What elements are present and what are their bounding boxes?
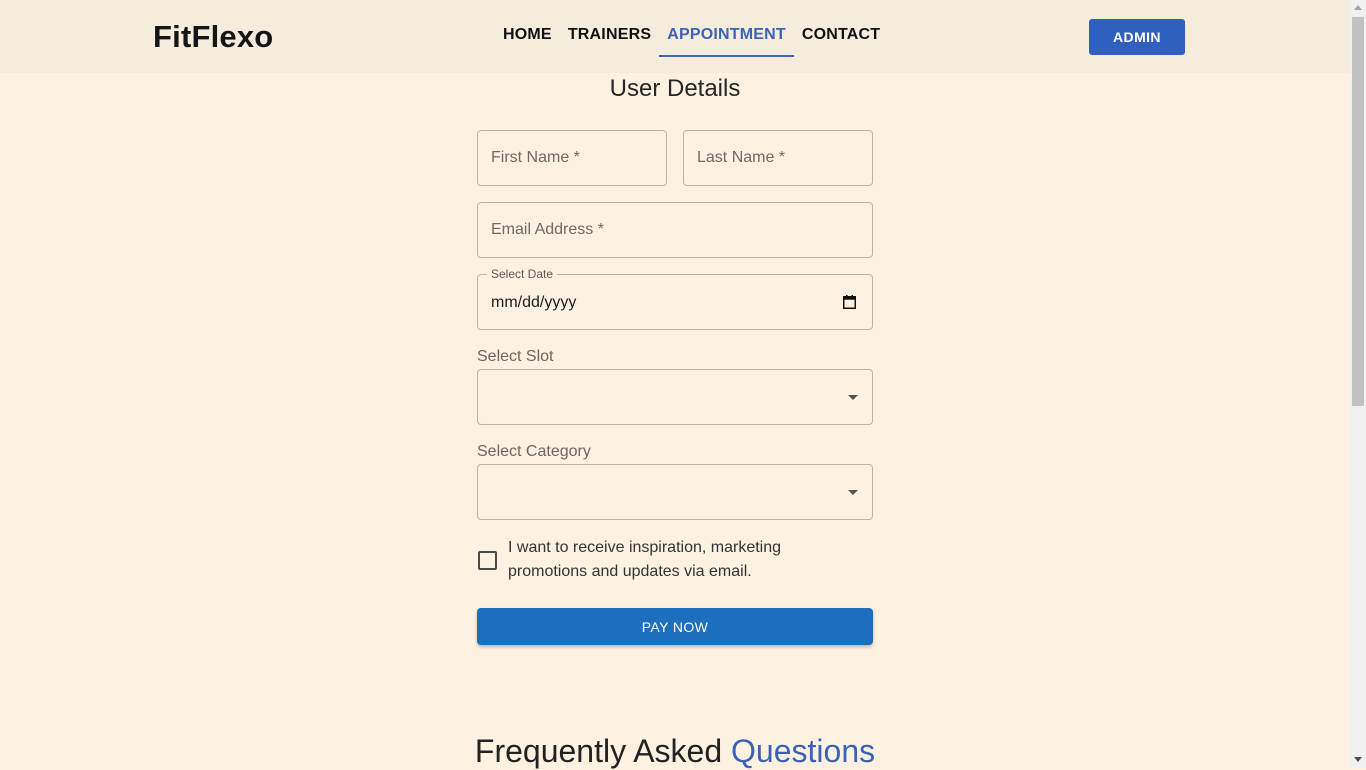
first-name-field[interactable]: First Name *: [477, 130, 667, 186]
admin-button[interactable]: ADMIN: [1089, 19, 1185, 55]
top-navbar: FitFlexo HOME TRAINERS APPOINTMENT CONTA…: [0, 0, 1350, 73]
scroll-thumb[interactable]: [1352, 17, 1364, 406]
main-nav: HOME TRAINERS APPOINTMENT CONTACT: [495, 0, 888, 73]
pay-now-button[interactable]: PAY NOW: [477, 608, 873, 645]
date-field-label: Select Date: [487, 267, 558, 281]
faq-heading: Frequently Asked Questions: [0, 733, 1350, 770]
nav-trainers[interactable]: TRAINERS: [560, 0, 659, 57]
marketing-checkbox[interactable]: [478, 551, 497, 570]
date-value: mm/dd/yyyy: [491, 294, 577, 311]
last-name-field[interactable]: Last Name *: [683, 130, 873, 186]
category-select[interactable]: [477, 464, 873, 520]
slot-label: Select Slot: [477, 348, 554, 365]
faq-heading-part2: Questions: [731, 733, 876, 769]
dropdown-caret-icon: [848, 490, 858, 495]
slot-select[interactable]: [477, 369, 873, 425]
date-field[interactable]: Select Date mm/dd/yyyy: [477, 267, 873, 330]
nav-contact[interactable]: CONTACT: [794, 0, 888, 57]
last-name-placeholder: Last Name *: [697, 149, 786, 166]
faq-heading-part1: Frequently Asked: [474, 733, 723, 769]
marketing-checkbox-label[interactable]: I want to receive inspiration, marketing…: [508, 536, 848, 584]
user-details-heading: User Details: [609, 75, 741, 102]
nav-home[interactable]: HOME: [495, 0, 560, 57]
first-name-placeholder: First Name *: [491, 149, 580, 166]
scroll-down-arrow-icon[interactable]: [1354, 757, 1362, 762]
scroll-up-arrow-icon[interactable]: [1354, 5, 1362, 10]
email-field[interactable]: Email Address *: [477, 202, 873, 258]
category-label: Select Category: [477, 443, 591, 460]
nav-appointment[interactable]: APPOINTMENT: [659, 0, 794, 57]
email-placeholder: Email Address *: [491, 221, 604, 238]
dropdown-caret-icon: [848, 395, 858, 400]
page-scrollbar[interactable]: [1350, 0, 1366, 768]
brand-logo[interactable]: FitFlexo: [153, 19, 273, 55]
calendar-icon[interactable]: [843, 295, 856, 309]
